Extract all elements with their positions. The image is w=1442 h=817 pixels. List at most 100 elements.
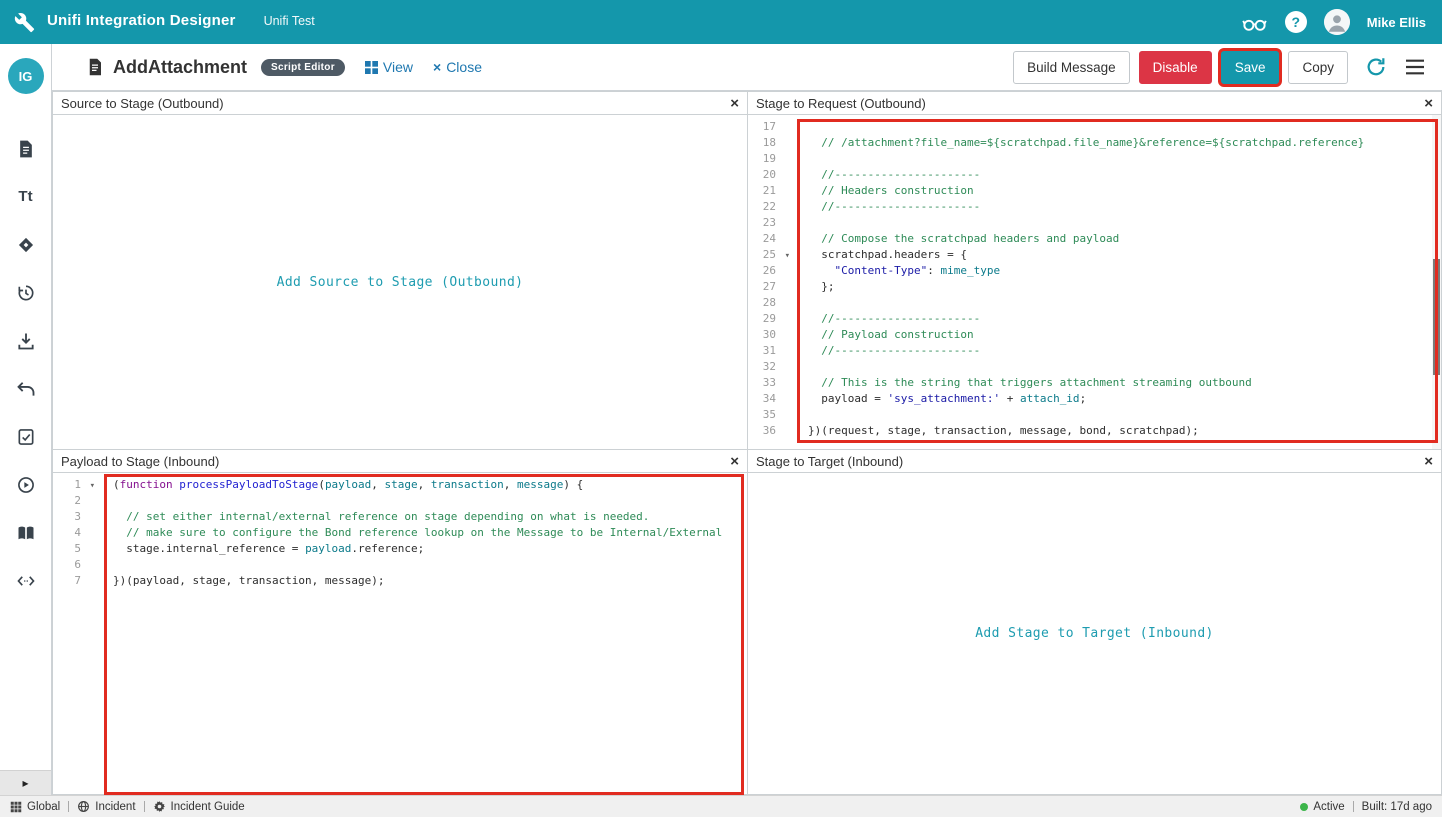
- undo-icon[interactable]: [15, 378, 37, 399]
- add-source-to-stage-link[interactable]: Add Source to Stage (Outbound): [277, 275, 524, 290]
- payload-to-stage-code-editor[interactable]: 1▾234567 (function processPayloadToStage…: [53, 473, 747, 794]
- close-icon[interactable]: ×: [1424, 454, 1433, 469]
- app-title[interactable]: Unifi Integration Designer: [47, 12, 236, 29]
- history-icon[interactable]: [15, 282, 37, 303]
- status-bar: Global Incident Incident Guide Active Bu…: [0, 795, 1442, 817]
- line-number: 23: [748, 215, 794, 231]
- code-line[interactable]: //----------------------: [808, 167, 1441, 183]
- code-token-plain: ) {: [563, 478, 583, 491]
- fold-toggle-icon[interactable]: ▾: [90, 478, 95, 494]
- glasses-icon[interactable]: [1241, 9, 1268, 36]
- line-number: 36: [748, 423, 794, 439]
- code-line[interactable]: // This is the string that triggers atta…: [808, 375, 1441, 391]
- grid-icon: [10, 801, 22, 813]
- sidebar-expand-button[interactable]: ▸: [0, 770, 51, 795]
- code-line[interactable]: [113, 493, 747, 509]
- refresh-icon[interactable]: [1365, 56, 1387, 78]
- code-icon[interactable]: [15, 570, 37, 591]
- code-line[interactable]: //----------------------: [808, 343, 1441, 359]
- code-token-plain: ,: [504, 478, 517, 491]
- left-sidebar: IG Tt: [0, 44, 52, 795]
- save-button[interactable]: Save: [1221, 51, 1280, 84]
- code-token-plain: [808, 264, 835, 277]
- build-message-button[interactable]: Build Message: [1013, 51, 1130, 84]
- vertical-scrollbar[interactable]: [1432, 115, 1441, 449]
- help-icon[interactable]: ?: [1285, 11, 1307, 33]
- code-line[interactable]: // Compose the scratchpad headers and pa…: [808, 231, 1441, 247]
- code-line[interactable]: //----------------------: [808, 199, 1441, 215]
- code-token-plain: payload =: [808, 392, 887, 405]
- code-line[interactable]: [808, 151, 1441, 167]
- code-line[interactable]: };: [808, 279, 1441, 295]
- fold-toggle-icon[interactable]: ▾: [785, 248, 790, 264]
- panel-title: Source to Stage (Outbound): [61, 96, 224, 111]
- close-icon[interactable]: ×: [1424, 96, 1433, 111]
- copy-button[interactable]: Copy: [1288, 51, 1348, 84]
- tasks-icon[interactable]: [15, 426, 37, 447]
- workspace-avatar[interactable]: IG: [8, 58, 44, 94]
- line-number: 4: [53, 525, 99, 541]
- disable-button[interactable]: Disable: [1139, 51, 1212, 84]
- code-line[interactable]: // Payload construction: [808, 327, 1441, 343]
- stage-to-request-code-editor[interactable]: 171819202122232425▾262728293031323334353…: [748, 115, 1441, 449]
- run-icon[interactable]: [15, 474, 37, 495]
- code-line[interactable]: [808, 407, 1441, 423]
- view-link[interactable]: View: [365, 59, 413, 75]
- scope-selector[interactable]: Global: [10, 801, 60, 813]
- code-line[interactable]: [113, 557, 747, 573]
- code-line[interactable]: [808, 295, 1441, 311]
- code-token-variable: attach_id: [1020, 392, 1080, 405]
- user-name[interactable]: Mike Ellis: [1367, 15, 1426, 30]
- user-avatar[interactable]: [1324, 9, 1350, 35]
- close-icon[interactable]: ×: [730, 454, 739, 469]
- code-token-comment: // Payload construction: [808, 328, 974, 341]
- env-label[interactable]: Unifi Test: [264, 14, 315, 28]
- code-line[interactable]: // Headers construction: [808, 183, 1441, 199]
- code-line[interactable]: })(request, stage, transaction, message,…: [808, 423, 1441, 439]
- close-icon[interactable]: ×: [730, 96, 739, 111]
- code-line[interactable]: // make sure to configure the Bond refer…: [113, 525, 747, 541]
- code-line[interactable]: [808, 119, 1441, 135]
- field-map-icon[interactable]: [15, 234, 37, 255]
- separator: [68, 801, 69, 812]
- line-number: 25▾: [748, 247, 794, 263]
- code-line[interactable]: [808, 359, 1441, 375]
- code-line[interactable]: //----------------------: [808, 311, 1441, 327]
- guide-selector[interactable]: Incident Guide: [153, 800, 245, 813]
- panel-title: Payload to Stage (Inbound): [61, 454, 219, 469]
- panel-title: Stage to Request (Outbound): [756, 96, 926, 111]
- code-lines[interactable]: // /attachment?file_name=${scratchpad.fi…: [794, 119, 1441, 449]
- scrollbar-thumb[interactable]: [1433, 259, 1440, 375]
- view-label: View: [383, 59, 413, 75]
- code-line[interactable]: // /attachment?file_name=${scratchpad.fi…: [808, 135, 1441, 151]
- code-token-variable: payload: [305, 542, 351, 555]
- code-line[interactable]: payload = 'sys_attachment:' + attach_id;: [808, 391, 1441, 407]
- separator: [1353, 801, 1354, 812]
- documentation-icon[interactable]: [15, 522, 37, 543]
- code-line[interactable]: (function processPayloadToStage(payload,…: [113, 477, 747, 493]
- download-icon[interactable]: [15, 330, 37, 351]
- file-icon: [86, 57, 104, 77]
- code-line[interactable]: [808, 215, 1441, 231]
- line-number: 35: [748, 407, 794, 423]
- active-status-dot: [1300, 803, 1308, 811]
- code-lines[interactable]: (function processPayloadToStage(payload,…: [99, 477, 747, 794]
- code-line[interactable]: scratchpad.headers = {: [808, 247, 1441, 263]
- close-link[interactable]: × Close: [433, 59, 482, 75]
- add-stage-to-target-link[interactable]: Add Stage to Target (Inbound): [975, 626, 1214, 641]
- code-line[interactable]: // set either internal/external referenc…: [113, 509, 747, 525]
- code-token-variable: transaction: [431, 478, 504, 491]
- panel-payload-to-stage: Payload to Stage (Inbound) × 1▾234567 (f…: [52, 449, 748, 795]
- code-line[interactable]: })(payload, stage, transaction, message)…: [113, 573, 747, 589]
- code-token-comment: //----------------------: [808, 200, 980, 213]
- code-line[interactable]: "Content-Type": mime_type: [808, 263, 1441, 279]
- text-fields-icon[interactable]: Tt: [15, 186, 37, 207]
- code-line[interactable]: stage.internal_reference = payload.refer…: [113, 541, 747, 557]
- process-selector[interactable]: Incident: [77, 800, 135, 813]
- hamburger-menu-icon[interactable]: [1404, 58, 1426, 76]
- code-token-plain: scratchpad.headers = {: [808, 248, 967, 261]
- line-number-gutter: 1▾234567: [53, 477, 99, 794]
- gear-icon: [153, 800, 166, 813]
- code-token-plain: ,: [371, 478, 384, 491]
- document-icon[interactable]: [15, 138, 37, 159]
